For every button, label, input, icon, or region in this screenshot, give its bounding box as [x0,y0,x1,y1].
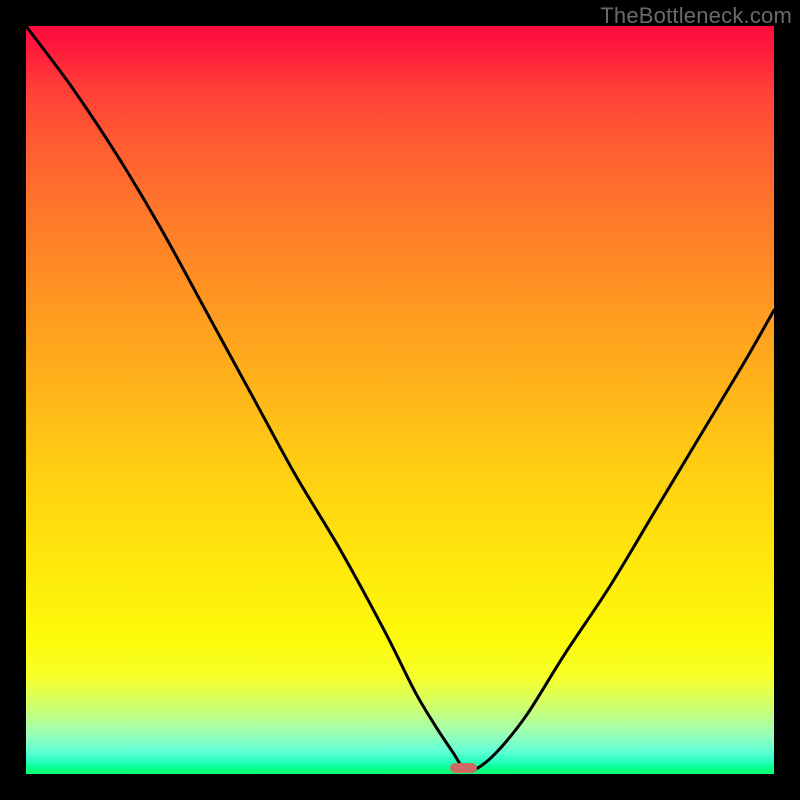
curve-path [26,26,774,771]
chart-frame: TheBottleneck.com [0,0,800,800]
watermark-text: TheBottleneck.com [600,3,792,29]
plot-area [26,26,774,774]
bottleneck-curve [26,26,774,774]
optimal-marker [450,763,476,773]
